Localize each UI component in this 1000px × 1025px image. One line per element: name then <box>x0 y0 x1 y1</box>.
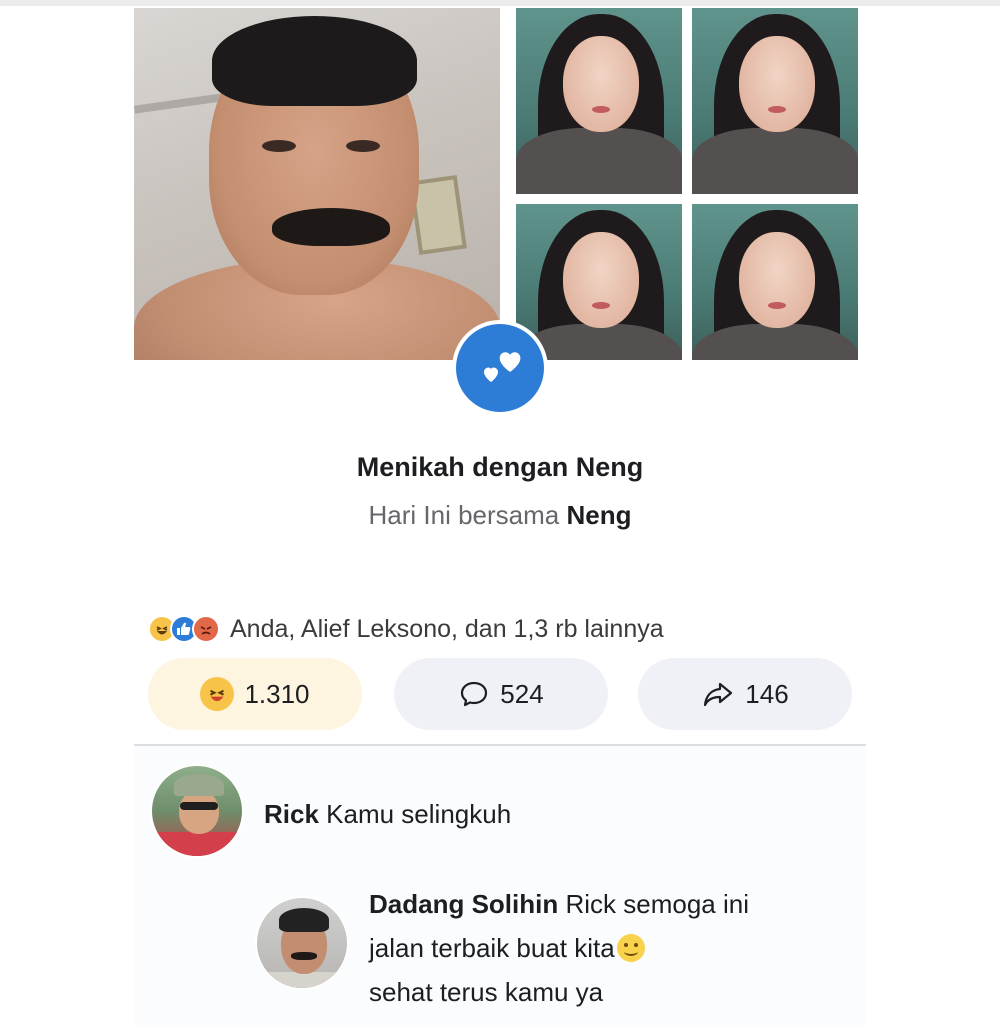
haha-count: 1.310 <box>244 678 310 709</box>
share-icon <box>701 677 735 711</box>
avatar-shirt <box>152 832 242 856</box>
body <box>516 128 682 194</box>
thumbnail-photo-4[interactable] <box>692 204 858 360</box>
lips <box>768 302 786 309</box>
reply-line-3: sehat terus kamu ya <box>369 970 849 1014</box>
hair <box>212 16 417 106</box>
avatar-face <box>179 790 219 834</box>
thumbnail-photo-2[interactable] <box>692 8 858 194</box>
share-count: 146 <box>745 678 789 709</box>
avatar-mustache <box>291 952 317 960</box>
reply-text-3: sehat terus kamu ya <box>369 977 604 1007</box>
face <box>563 36 639 132</box>
tagged-person-name[interactable]: Neng <box>566 500 631 530</box>
smile-emoji-icon <box>616 934 645 962</box>
lips <box>592 302 610 309</box>
reactions-summary-text: Anda, Alief Leksono, dan 1,3 rb lainnya <box>230 614 664 643</box>
thumbnail-photo-3[interactable] <box>516 204 682 360</box>
reply-text-1: Rick semoga ini <box>565 889 749 919</box>
face <box>739 232 815 328</box>
body <box>692 128 858 194</box>
avatar-hat <box>174 774 224 796</box>
comment-count: 524 <box>500 679 544 709</box>
main-photo[interactable] <box>134 8 500 360</box>
life-event-subtitle: Hari Ini bersama Neng <box>0 500 1000 531</box>
reaction-icons <box>148 615 220 643</box>
comment-icon <box>458 678 490 710</box>
reply-text-2: jalan terbaik buat kita <box>369 933 615 963</box>
life-event-badge <box>452 320 548 416</box>
comment-text: Kamu selingkuh <box>326 799 512 829</box>
avatar[interactable] <box>150 764 244 858</box>
reply-item: Dadang Solihin Rick semoga ini jalan ter… <box>369 882 849 1014</box>
lips <box>592 106 610 113</box>
face <box>563 232 639 328</box>
reply-line-2: jalan terbaik buat kita <box>369 926 849 970</box>
avatar-glasses <box>180 802 218 810</box>
comment-author[interactable]: Dadang Solihin <box>369 889 558 919</box>
mustache <box>272 208 390 246</box>
right-eye <box>346 140 380 152</box>
lips <box>768 106 786 113</box>
thumbnail-photo-1[interactable] <box>516 8 682 194</box>
avatar[interactable] <box>255 896 349 990</box>
life-event-title: Menikah dengan Neng <box>356 452 644 482</box>
subtitle-prefix: Hari Ini bersama <box>368 500 560 530</box>
photo-collage <box>134 8 858 360</box>
face <box>739 36 815 132</box>
comment-author[interactable]: Rick <box>264 799 319 829</box>
avatar-shirt <box>257 972 347 988</box>
left-eye <box>262 140 296 152</box>
angry-icon <box>192 615 220 643</box>
top-divider <box>0 0 1000 6</box>
reply-line-1: Dadang Solihin Rick semoga ini <box>369 882 849 926</box>
hearts-icon <box>456 324 544 412</box>
reactions-summary[interactable]: Anda, Alief Leksono, dan 1,3 rb lainnya <box>148 612 664 646</box>
avatar-hair <box>279 908 329 932</box>
haha-icon <box>200 677 235 711</box>
haha-reaction-button[interactable]: 1.310 <box>148 658 362 730</box>
comment-button[interactable]: 524 <box>394 658 608 730</box>
share-button[interactable]: 146 <box>638 658 852 730</box>
comment-item: Rick Kamu selingkuh <box>264 792 511 836</box>
